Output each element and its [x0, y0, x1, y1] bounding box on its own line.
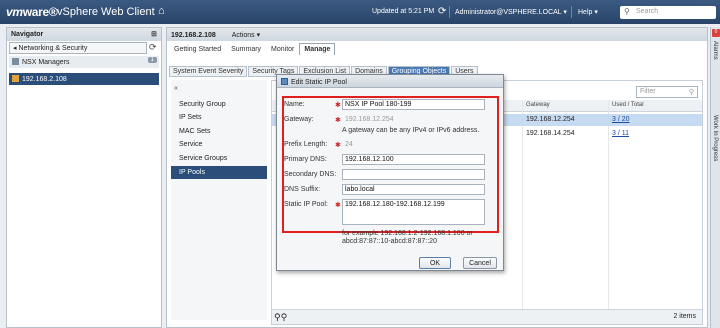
cell-used-link[interactable]: 3 / 11: [612, 130, 629, 137]
navigator-header: Navigator ⊞: [7, 28, 161, 41]
vmware-logo: vmware®: [6, 5, 58, 19]
tab-summary[interactable]: Summary: [226, 43, 266, 55]
list-item-ip-sets[interactable]: IP Sets: [171, 111, 267, 124]
nsx-manager-icon: [12, 58, 19, 65]
edit-static-ip-pool-dialog: Edit Static IP Pool Name: ✱ NSX IP Pool …: [276, 74, 504, 271]
top-bar: vmware® vSphere Web Client ⌂ Updated at …: [0, 0, 720, 24]
item-count-badge: 1: [147, 57, 157, 63]
primary-tabs: Getting Started Summary Monitor Manage: [169, 43, 336, 55]
item-count: 2 items: [673, 313, 696, 320]
divider: [571, 6, 572, 18]
gateway-label: Gateway:: [284, 116, 314, 123]
pool-hint-line2: abcd:87:87::10-abcd:87:87::20: [342, 238, 437, 245]
nsx-host-icon: [12, 75, 19, 82]
cell-used-link[interactable]: 3 / 20: [612, 116, 630, 123]
dialog-title-bar: Edit Static IP Pool: [277, 75, 503, 88]
home-icon[interactable]: ⌂: [158, 5, 165, 17]
search-input[interactable]: ⚲ Search: [620, 6, 716, 19]
cancel-button[interactable]: Cancel: [463, 257, 497, 269]
history-icon[interactable]: ⟳: [149, 42, 157, 53]
nav-item-label: 192.168.2.108: [22, 76, 67, 83]
tab-manage[interactable]: Manage: [299, 43, 336, 55]
divider: [449, 6, 450, 18]
tab-getting-started[interactable]: Getting Started: [169, 43, 226, 55]
dialog-title: Edit Static IP Pool: [291, 79, 347, 86]
alarm-count-badge: 0: [712, 29, 720, 37]
filter-input[interactable]: Filter ⚲: [636, 86, 698, 98]
ip-pool-icon: [281, 78, 288, 85]
ok-button[interactable]: OK: [419, 257, 451, 269]
nav-item-nsx-managers[interactable]: NSX Managers 1: [9, 56, 159, 68]
static-ip-pool-label: Static IP Pool:: [284, 201, 328, 208]
grid-footer: ⚲⚲ 2 items: [272, 309, 702, 324]
column-header-gateway[interactable]: Gateway: [526, 102, 550, 108]
name-input[interactable]: NSX IP Pool 180-199: [342, 99, 485, 110]
search-icon: ⚲: [624, 7, 630, 16]
work-in-progress-tab[interactable]: Work In Progress: [712, 115, 718, 161]
list-item-service-groups[interactable]: Service Groups: [171, 152, 267, 165]
primary-dns-label: Primary DNS:: [284, 156, 327, 163]
nav-item-host[interactable]: 192.168.2.108: [9, 73, 159, 85]
updated-time: Updated at 5:21 PM: [372, 8, 435, 15]
gateway-input: 192.168.12.254: [342, 114, 485, 125]
collapse-icon[interactable]: «: [174, 85, 178, 92]
filter-placeholder: Filter: [640, 88, 656, 95]
list-item-ip-pools[interactable]: IP Pools: [171, 166, 267, 179]
nav-item-label: NSX Managers: [22, 59, 70, 66]
name-label: Name:: [284, 101, 305, 108]
binoculars-icon[interactable]: ⚲⚲: [274, 312, 287, 323]
tab-system-event-severity[interactable]: System Event Severity: [169, 66, 248, 77]
actions-menu[interactable]: Actions ▾: [232, 32, 260, 39]
list-item-mac-sets[interactable]: MAC Sets: [171, 125, 267, 138]
tab-monitor[interactable]: Monitor: [266, 43, 299, 55]
search-icon: ⚲: [688, 89, 694, 96]
required-marker: ✱: [335, 102, 341, 109]
required-marker: ✱: [335, 142, 341, 149]
list-item-security-group[interactable]: Security Group: [171, 98, 267, 111]
prefix-length-label: Prefix Length:: [284, 141, 328, 148]
list-item-service[interactable]: Service: [171, 138, 267, 151]
object-bar: 192.168.2.108 Actions ▾: [167, 28, 707, 41]
user-menu[interactable]: Administrator@VSPHERE.LOCAL ▾: [455, 8, 567, 16]
column-header-used-total[interactable]: Used / Total: [612, 102, 644, 108]
gateway-hint: A gateway can be any IPv4 or IPv6 addres…: [342, 127, 480, 134]
required-marker: ✱: [335, 117, 341, 124]
navigator-title: Navigator: [11, 31, 44, 38]
product-title: vSphere Web Client: [57, 6, 155, 18]
secondary-dns-label: Secondary DNS:: [284, 171, 337, 178]
right-rail: 0 Alarms Work In Progress: [710, 27, 720, 328]
object-title: 192.168.2.108: [171, 32, 216, 39]
prefix-length-input: 24: [342, 139, 485, 150]
secondary-dns-input[interactable]: [342, 169, 485, 180]
dns-suffix-input[interactable]: labo.local: [342, 184, 485, 195]
pin-icon[interactable]: ⊞: [151, 30, 157, 38]
alarms-panel-tab[interactable]: Alarms: [712, 41, 718, 60]
cell-gateway: 192.168.14.254: [526, 130, 575, 137]
help-menu[interactable]: Help ▾: [578, 8, 598, 16]
grouping-objects-list: « Security Group IP Sets MAC Sets Servic…: [171, 80, 267, 320]
pool-hint-line1: for example 192.168.1.2-192.168.1.100 or: [342, 230, 473, 237]
dns-suffix-label: DNS Suffix:: [284, 186, 321, 193]
breadcrumb[interactable]: ◂ Networking & Security: [9, 42, 147, 54]
cell-gateway: 192.168.12.254: [526, 116, 575, 123]
required-marker: ✱: [335, 202, 341, 209]
primary-dns-input[interactable]: 192.168.12.100: [342, 154, 485, 165]
navigator-panel: Navigator ⊞ ◂ Networking & Security ⟳ NS…: [6, 27, 162, 328]
static-ip-pool-textarea[interactable]: 192.168.12.180-192.168.12.199: [342, 199, 485, 225]
refresh-icon[interactable]: ⟳: [438, 6, 446, 17]
